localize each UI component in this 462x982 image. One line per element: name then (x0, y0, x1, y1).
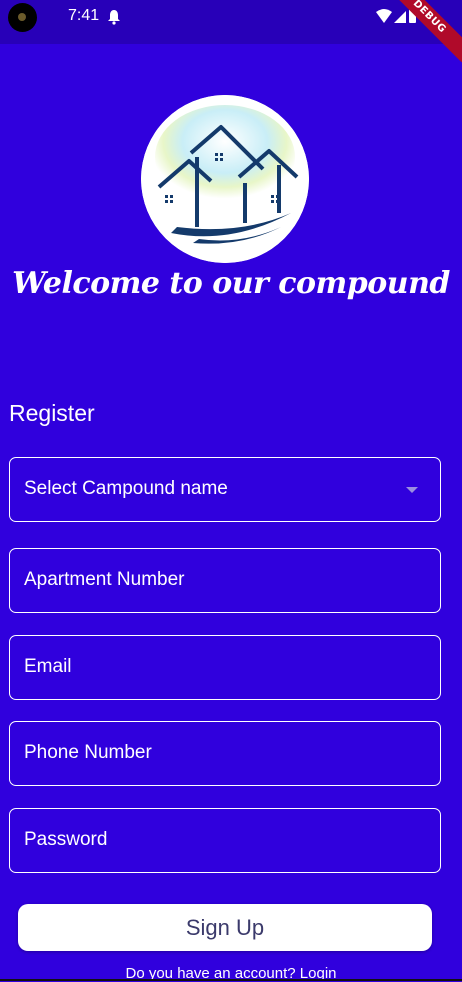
phone-number-field[interactable]: Phone Number (9, 721, 441, 786)
compound-select-label: Select Campound name (24, 478, 228, 499)
apartment-number-field[interactable]: Apartment Number (9, 548, 441, 613)
status-bar: 7:41 DEBUG (0, 0, 462, 63)
compound-select[interactable]: Select Campound name (9, 457, 441, 522)
apartment-number-label: Apartment Number (24, 569, 185, 590)
compound-logo (141, 95, 309, 263)
sign-up-button[interactable]: Sign Up (18, 904, 432, 951)
camera-cutout (8, 3, 37, 32)
notification-bell-icon (108, 10, 120, 25)
email-label: Email (24, 656, 72, 677)
password-field[interactable]: Password (9, 808, 441, 873)
cell-signal-icon (394, 11, 406, 23)
wifi-icon (376, 9, 392, 23)
dropdown-arrow-icon (406, 487, 418, 493)
welcome-title: Welcome to our compound (12, 266, 450, 301)
password-label: Password (24, 829, 108, 850)
phone-number-label: Phone Number (24, 742, 152, 763)
status-time: 7:41 (68, 7, 100, 24)
houses-logo-icon (141, 95, 309, 263)
email-field[interactable]: Email (9, 635, 441, 700)
register-heading: Register (9, 400, 95, 426)
